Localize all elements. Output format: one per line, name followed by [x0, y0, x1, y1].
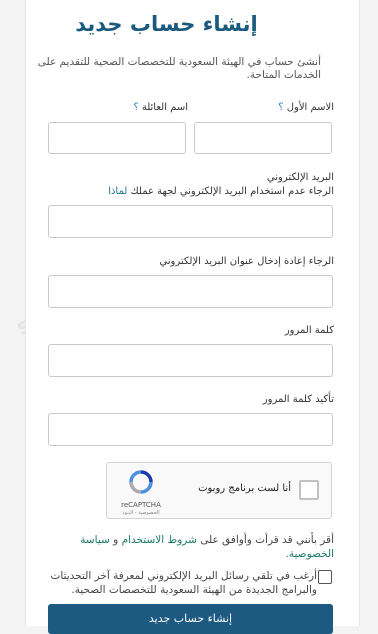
first-name-input[interactable]: [194, 122, 332, 154]
email-help-text: الرجاء عدم استخدام البريد الإلكتروني لجه…: [108, 186, 334, 197]
recaptcha-checkbox[interactable]: [299, 480, 319, 500]
recaptcha-logo: reCAPTCHA الخصوصية - البنود: [115, 469, 167, 516]
recaptcha-widget: أنا لست برنامج روبوت reCAPTCHA الخصوصية …: [106, 462, 332, 519]
family-name-label: اسم العائلة ؟: [133, 102, 188, 113]
family-name-input[interactable]: [48, 122, 186, 154]
newsletter-label: أرغب في تلقي رسائل البريد الإلكتروني لمع…: [50, 570, 317, 596]
terms-of-use-link[interactable]: شروط الاستخدام: [122, 534, 197, 546]
confirm-email-label: الرجاء إعادة إدخال عنوان البريد الإلكترو…: [159, 256, 334, 267]
first-name-label: الاسم الأول ؟: [278, 102, 334, 113]
newsletter-checkbox[interactable]: [318, 570, 332, 584]
why-link[interactable]: لماذا: [108, 186, 127, 197]
terms-text: أقر بأنني قد قرأت وأوافق على شروط الاستخ…: [80, 534, 334, 560]
password-input[interactable]: [48, 344, 333, 377]
confirm-email-input[interactable]: [48, 275, 333, 308]
email-input[interactable]: [48, 205, 333, 238]
recaptcha-icon: [129, 470, 153, 494]
page-title: إنشاء حساب جديد: [75, 12, 258, 36]
recaptcha-label: أنا لست برنامج روبوت: [198, 483, 291, 494]
confirm-password-label: تأكيد كلمة المرور: [262, 394, 334, 405]
email-label: البريد الإلكتروني: [266, 172, 334, 183]
confirm-password-input[interactable]: [48, 413, 333, 446]
intro-text: أنشئ حساب في الهيئة السعودية للتخصصات ال…: [37, 56, 321, 81]
password-label: كلمة المرور: [284, 325, 334, 336]
recaptcha-brand: reCAPTCHA: [121, 501, 161, 509]
recaptcha-links[interactable]: الخصوصية - البنود: [115, 510, 167, 516]
create-account-button[interactable]: إنشاء حساب جديد: [48, 604, 333, 634]
